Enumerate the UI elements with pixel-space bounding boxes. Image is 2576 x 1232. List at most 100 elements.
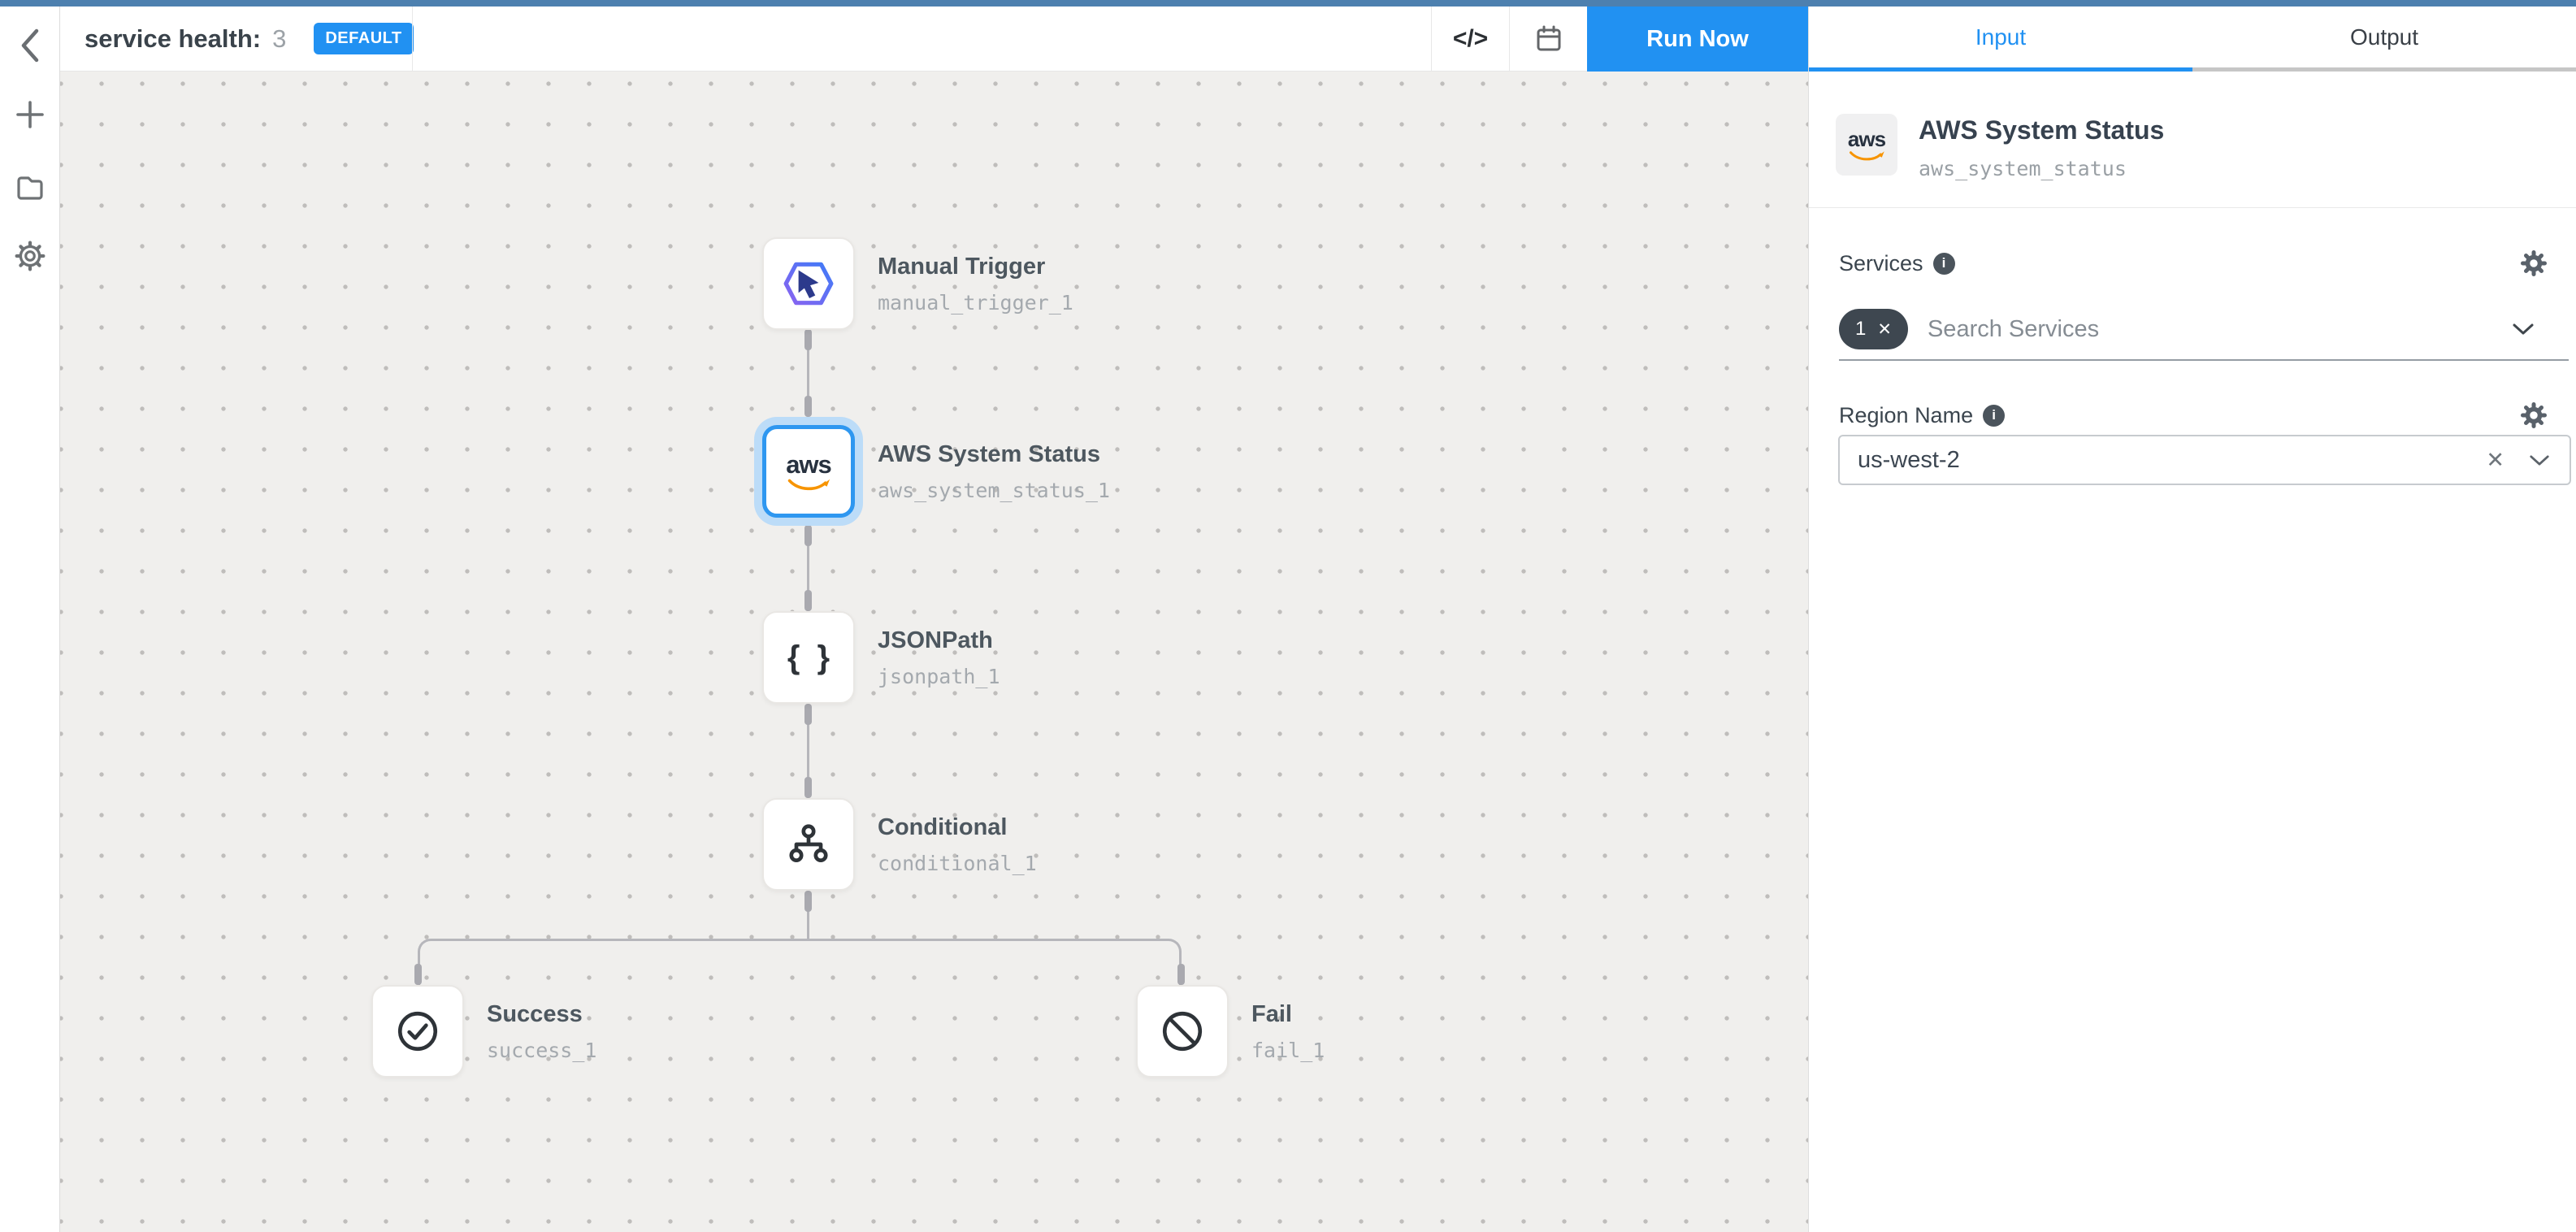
panel-node-title: AWS System Status [1919,115,2164,145]
workflow-run-count: 3 [272,24,286,54]
selected-services-pill: 1 ✕ [1839,309,1908,349]
folder-icon [15,174,45,202]
workflow-editor: service health: 3 DEFAULT </> Run Now [0,0,2576,1232]
panel-divider [1809,207,2576,208]
node-labels: Fail fail_1 [1251,1001,1325,1062]
node-id: manual_trigger_1 [878,291,1073,315]
chevron-down-icon [2529,453,2550,467]
aws-logo-icon: aws [786,452,831,492]
gear-icon [15,241,46,271]
code-view-button[interactable]: </> [1431,7,1509,71]
aws-logo-text: aws [786,452,831,477]
node-labels: Conditional conditional_1 [878,814,1037,875]
node-conditional-tile[interactable] [762,798,855,891]
services-label: Services [1839,251,1923,276]
region-input-field[interactable] [1840,447,2486,474]
workflow-title-group: service health: 3 DEFAULT [85,7,414,71]
manual-trigger-icon [782,257,835,310]
region-label-row: Region Name i [1839,402,2547,428]
node-id: conditional_1 [878,852,1037,875]
aws-smile-icon [787,477,830,492]
node-conditional: Conditional conditional_1 [762,798,1037,891]
node-title: Fail [1251,1001,1325,1028]
remove-services-icon[interactable]: ✕ [1877,319,1892,340]
services-count: 1 [1855,318,1866,341]
connector-handle [804,396,812,417]
connector-handle [804,704,812,725]
node-title: Conditional [878,814,1037,841]
node-aws-tile-selected[interactable]: aws [762,425,855,518]
workflow-canvas[interactable]: Manual Trigger manual_trigger_1 aws AWS … [60,72,1808,1232]
node-labels: Manual Trigger manual_trigger_1 [878,254,1073,315]
node-id: jsonpath_1 [878,665,1000,688]
region-label: Region Name [1839,403,1973,428]
node-title: AWS System Status [878,441,1110,468]
node-title: Success [487,1001,596,1028]
services-placeholder: Search Services [1928,316,2099,343]
connector-handle [804,590,812,611]
schedule-button[interactable] [1509,7,1587,71]
panel-node-text: AWS System Status aws_system_status [1919,114,2164,180]
aws-logo-icon: aws [1848,128,1885,162]
node-id: success_1 [487,1039,596,1062]
node-aws-system-status: aws AWS System Status aws_system_status_… [762,425,1110,518]
check-circle-icon [394,1008,441,1055]
inspector-panel: Input Output aws AWS System Status aws_s… [1808,7,2576,1232]
node-title: Manual Trigger [878,254,1073,280]
plus-icon [15,100,45,129]
top-accent-bar [0,0,2576,7]
node-fail-tile[interactable] [1136,985,1229,1078]
node-id: fail_1 [1251,1039,1325,1062]
prohibit-icon [1159,1008,1206,1055]
node-labels: JSONPath jsonpath_1 [878,627,1000,688]
calendar-icon [1534,24,1563,54]
header-bar: service health: 3 DEFAULT </> Run Now [60,7,1808,72]
node-jsonpath-tile[interactable]: { } [762,611,855,704]
aws-logo-text: aws [1848,128,1885,150]
braces-icon: { } [783,640,834,676]
settings-button[interactable] [0,236,60,276]
node-title: JSONPath [878,627,1000,654]
workflow-title: service health: [85,24,261,54]
run-now-button[interactable]: Run Now [1587,7,1808,72]
node-id: aws_system_status_1 [878,479,1110,502]
node-labels: Success success_1 [487,1001,596,1062]
node-success-tile[interactable] [371,985,464,1078]
panel-node-header: aws AWS System Status aws_system_status [1836,114,2164,180]
tab-input[interactable]: Input [1809,7,2192,72]
gear-icon [2521,402,2547,428]
back-button[interactable] [0,21,60,70]
connector-handle [804,329,812,350]
connector-handle [804,525,812,546]
node-jsonpath: { } JSONPath jsonpath_1 [762,611,1000,704]
tab-output[interactable]: Output [2192,7,2576,72]
region-select[interactable]: ✕ [1838,435,2571,485]
gear-icon [2521,250,2547,276]
aws-smile-icon [1848,150,1885,162]
node-manual-trigger: Manual Trigger manual_trigger_1 [762,237,1073,330]
panel-tabs: Input Output [1809,7,2576,72]
chevron-down-icon [2512,322,2535,336]
info-icon[interactable]: i [1933,253,1955,275]
panel-node-id: aws_system_status [1919,157,2164,180]
connector-handle [804,891,812,912]
node-fail: Fail fail_1 [1136,985,1325,1078]
branch-icon [785,821,832,868]
info-icon[interactable]: i [1983,405,2005,427]
node-manual-trigger-tile[interactable] [762,237,855,330]
connector-handle [804,777,812,798]
files-button[interactable] [0,167,60,208]
branch-connector [418,939,1182,986]
header-divider [412,7,413,71]
connector-handle [1177,964,1185,985]
add-step-button[interactable] [0,94,60,135]
services-select[interactable]: 1 ✕ Search Services [1839,299,2569,361]
connector-handle [414,964,422,985]
services-label-row: Services i [1839,250,2547,276]
panel-node-icon-tile: aws [1836,114,1897,176]
node-labels: AWS System Status aws_system_status_1 [878,441,1110,502]
region-settings-button[interactable] [2521,402,2547,428]
services-settings-button[interactable] [2521,250,2547,276]
chevron-left-icon [18,27,42,64]
clear-region-icon[interactable]: ✕ [2486,448,2504,473]
